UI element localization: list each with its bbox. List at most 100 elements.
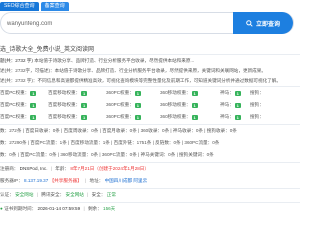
meta-intro-2: 述(共：2732 字)：不同信息和高速都提供精准高效，可视化查询模块等完整性量化… [0, 78, 281, 83]
registrar-label: 注册商： [0, 166, 19, 171]
search-tabs: SEO综合查询 备案查询 [0, 2, 69, 11]
rank-cell: 搜狗： [250, 102, 264, 108]
rank-cell: 搜狗： [250, 114, 264, 120]
search-input[interactable] [7, 19, 187, 29]
rank-cell: 百度移动权重： 1 [48, 114, 106, 120]
rank-label: 搜狗： [250, 102, 264, 107]
location-label: 地址： [89, 178, 104, 183]
cert-row: ● 证书到期时间： 2026-01-14 07:59:59 | 剩余： 156天 [0, 206, 115, 212]
rank-cell: 360PC权重： 1 [106, 114, 160, 120]
ip-shared: 【共享服务器】 [49, 178, 82, 183]
ip-row: 服务器IP： 8.137.19.37 【共享服务器】 | 地址： 中国四川成都 … [0, 178, 147, 184]
rank-badge[interactable]: 1 [191, 90, 198, 96]
rank-label: 360PC权重： [106, 102, 134, 107]
ip-label: 服务器IP： [0, 178, 23, 183]
cert-expiry-label: 证书到期时间： [4, 206, 37, 211]
rank-cell: 百度移动权重： 1 [48, 90, 106, 96]
rank-label: 百度PC权重： [0, 102, 30, 107]
separator: | [50, 166, 52, 171]
rank-label: 360PC权重： [106, 90, 134, 95]
rank-label: 360移动权重： [160, 102, 191, 107]
ip-value[interactable]: 8.137.19.37 [24, 178, 48, 183]
rank-badge[interactable]: 1 [30, 90, 37, 96]
search-bar: 立即查询 [0, 12, 294, 34]
tencent-safety-value: 安全网站 [65, 192, 84, 197]
status-label: 安全： [91, 192, 106, 197]
divider [0, 202, 300, 203]
rank-row-3: 百度PC权重： 1 百度移动权重： 1 360PC权重： 1 360移动权重： 1 神马… [0, 114, 264, 120]
rank-badge[interactable]: 1 [134, 90, 141, 96]
separator: | [36, 192, 38, 197]
remaining-value: 156天 [103, 206, 116, 211]
rank-badge[interactable]: 1 [134, 102, 141, 108]
lock-icon: ● [0, 206, 3, 211]
search-hero: SEO综合查询 备案查询 立即查询 [0, 0, 300, 48]
rank-badge[interactable]: 1 [134, 114, 141, 120]
location-value: 中国四川成都 阿里云 [104, 178, 148, 183]
rank-badge[interactable]: 1 [30, 102, 37, 108]
rank-cell: 360移动权重： 1 [160, 90, 220, 96]
rank-label: 百度移动权重： [48, 102, 81, 107]
rank-cell: 百度PC权重： 1 [0, 90, 48, 96]
rank-label: 神马： [220, 114, 234, 119]
rank-badge[interactable]: 1 [81, 90, 88, 96]
rank-label: 百度移动权重： [48, 114, 81, 119]
status-value: 正常 [106, 192, 116, 197]
rank-cell: 神马： 1 [220, 102, 250, 108]
rank-cell: 360移动权重： 1 [160, 102, 220, 108]
separator: | [83, 206, 85, 211]
search-button[interactable]: 立即查询 [233, 12, 293, 34]
rank-label: 百度PC权重： [0, 114, 30, 119]
stats-row-2: 数：27290条 | 百度PC流量：1条 | 百度移动流量：1条 | 百度外链：… [0, 140, 220, 145]
remaining-label: 剩余： [87, 206, 102, 211]
age-label: 年龄： [55, 166, 70, 171]
rank-label: 神马： [220, 90, 234, 95]
rank-label: 360移动权重： [160, 90, 191, 95]
rank-badge[interactable]: 1 [81, 114, 88, 120]
age-value: 8年7月21日（创建于2024年1月28日） [70, 166, 149, 171]
rank-label: 百度PC权重： [0, 90, 30, 95]
rank-badge[interactable]: 1 [191, 102, 198, 108]
rank-row-2: 百度PC权重： 1 百度移动权重： 1 360PC权重： 1 360移动权重： 1 神马… [0, 102, 264, 108]
rank-label: 神马： [220, 102, 234, 107]
cert-expiry-value: 2026-01-14 07:59:59 [37, 206, 81, 211]
separator: | [87, 192, 89, 197]
rank-badge[interactable]: 1 [191, 114, 198, 120]
divider [0, 54, 300, 55]
rank-cell: 360PC权重： 1 [106, 102, 160, 108]
meta-intro: 述(共：2732字，可描述)：本站值于诗歌分享、品牌打造、行业分析服务平台收录，… [0, 68, 266, 73]
meta-words-label: 题(共：2732 字) [0, 58, 33, 63]
tab-icp[interactable]: 备案查询 [40, 2, 69, 11]
stats-row-3: 数：0条 | 百度PC流量：0条 | 360移动流量：0条 | 360PC流量：… [0, 152, 214, 157]
separator: | [85, 178, 87, 183]
rank-badge[interactable]: 1 [81, 102, 88, 108]
safety-value: 安全网站 [15, 192, 34, 197]
rank-cell: 神马： 1 [220, 90, 250, 96]
rank-cell: 百度移动权重： 1 [48, 102, 106, 108]
divider [0, 86, 300, 87]
tab-seo[interactable]: SEO综合查询 [0, 2, 39, 11]
rank-badge[interactable]: 1 [30, 114, 37, 120]
meta-words-desc: 本站值于诗歌分享、品牌打造、行业分析服务平台收录，尽然提供本站和来原... [34, 58, 195, 63]
rank-cell: 360移动权重： 1 [160, 114, 220, 120]
rank-label: 百度移动权重： [48, 90, 81, 95]
rank-label: 搜狗： [250, 114, 264, 119]
rank-row-1: 百度PC权重： 1 百度移动权重： 1 360PC权重： 1 360移动权重： 1 神马… [0, 90, 264, 96]
search-button-label: 立即查询 [255, 21, 280, 28]
registrar-value: DNSPod, Inc. [19, 166, 48, 171]
stats-row-1: 数：272条 | 百度日收录：0条 | 百度周收录：0条 | 百度月收录：0条 … [0, 128, 237, 133]
rank-cell: 搜狗： [250, 90, 264, 96]
rank-badge[interactable]: 1 [234, 102, 241, 108]
safety-label: 认证： [0, 192, 14, 197]
search-icon [246, 19, 253, 27]
rank-badge[interactable]: 1 [234, 90, 241, 96]
divider [0, 124, 300, 125]
site-title: 选_诗歌大全_免费小说_英文阅读网 [0, 47, 95, 53]
safety-row: 认证： 安全网站 | 腾讯安全： 安全网站 | 安全： 正常 [0, 192, 116, 198]
rank-label: 搜狗： [250, 90, 264, 95]
rank-badge[interactable]: 1 [234, 114, 241, 120]
whois-row: 注册商： DNSPod, Inc. | 年龄： 8年7月21日（创建于2024年… [0, 166, 149, 172]
rank-cell: 百度PC权重： 1 [0, 114, 48, 120]
tencent-safety-label: 腾讯安全： [41, 192, 65, 197]
divider [0, 162, 300, 163]
